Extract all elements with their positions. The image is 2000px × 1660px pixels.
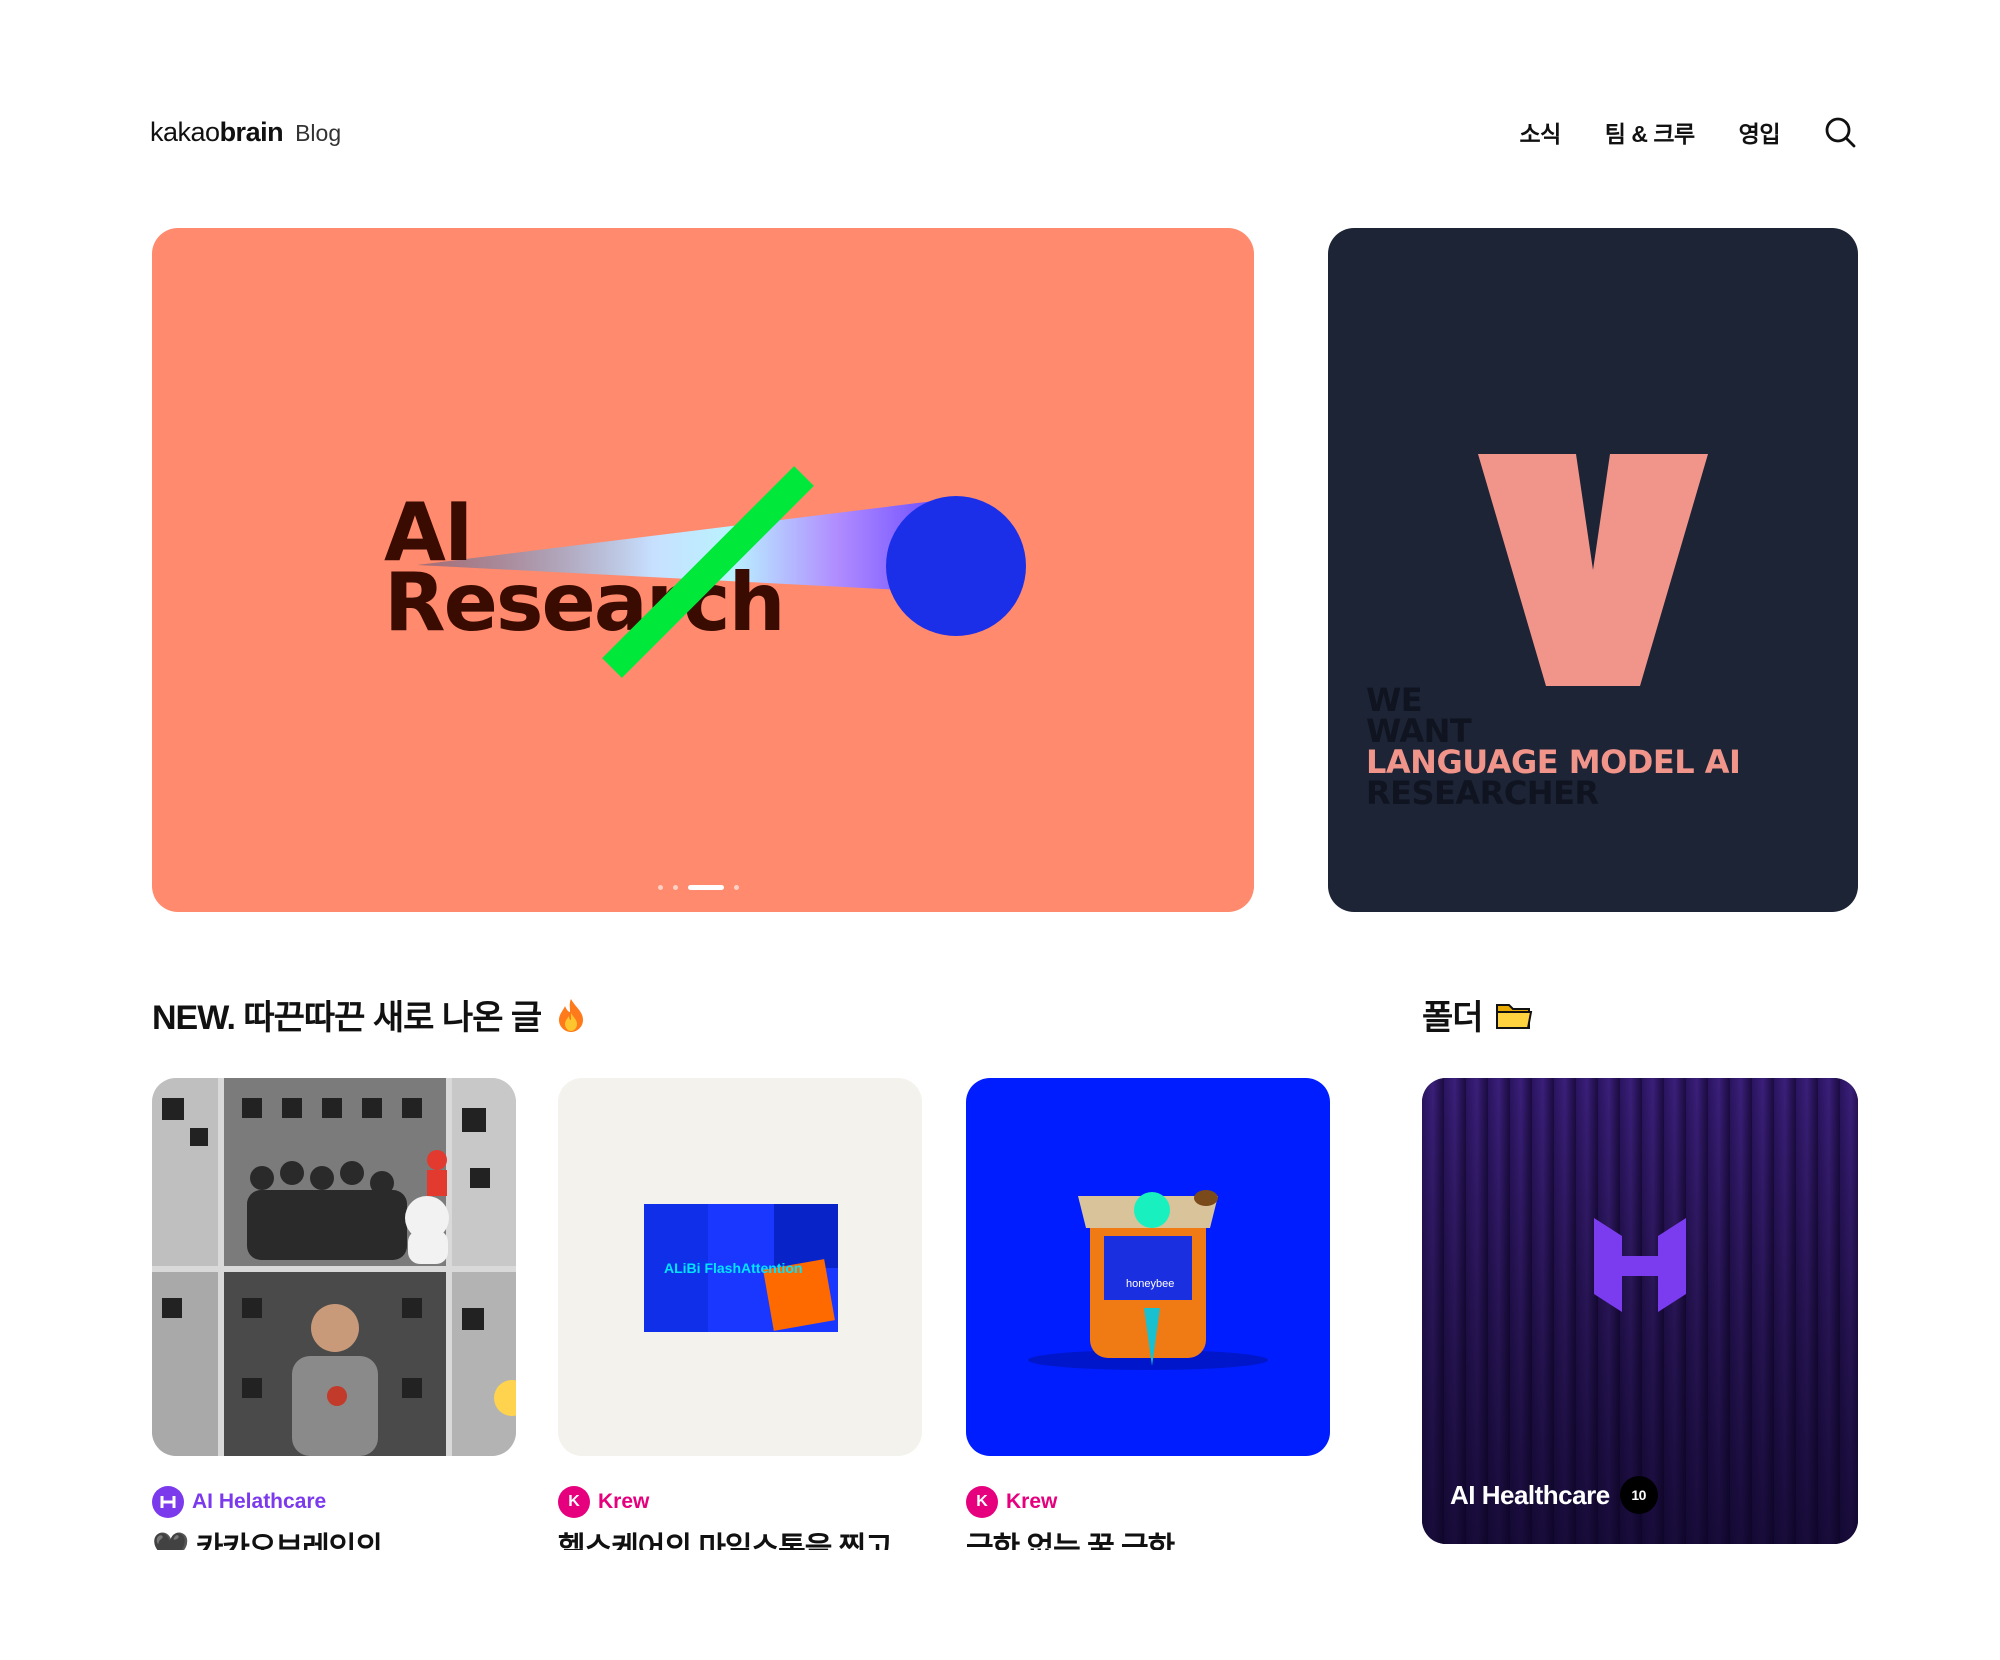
post-card[interactable]: honeybee K Krew 극한 없는 꿀 극한 xyxy=(966,1078,1330,1550)
krew-logo-icon: K xyxy=(966,1486,998,1518)
site-header: kakaobrain Blog 소식 팀 & 크루 영입 xyxy=(150,110,1856,154)
nav-news[interactable]: 소식 xyxy=(1519,115,1561,149)
main-nav: 소식 팀 & 크루 영입 xyxy=(1519,115,1856,149)
thumbnail-label: honeybee xyxy=(1126,1278,1175,1290)
fire-icon xyxy=(553,997,589,1033)
carousel-indicator[interactable] xyxy=(658,885,739,890)
new-section-title: NEW. 따끈따끈 새로 나온 글 xyxy=(152,990,589,1039)
post-title[interactable]: 극한 없는 꿀 극한 xyxy=(966,1532,1330,1550)
post-card[interactable]: ALiBi FlashAttention K Krew 헬스케어의 마일스톤을 … xyxy=(558,1078,922,1550)
post-title[interactable]: 🖤 카카오브레인의 xyxy=(152,1532,516,1550)
post-card[interactable]: AI Helathcare 🖤 카카오브레인의 xyxy=(152,1078,516,1550)
post-title[interactable]: 헬스케어의 마일스톤을 찍고 xyxy=(558,1532,922,1550)
folder-label[interactable]: AI Healthcare 10 xyxy=(1450,1476,1658,1514)
nav-team-crew[interactable]: 팀 & 크루 xyxy=(1605,115,1695,149)
folder-card[interactable]: AI Healthcare 10 xyxy=(1422,1078,1858,1544)
carousel-dot[interactable] xyxy=(658,885,663,890)
krew-logo-icon: K xyxy=(558,1486,590,1518)
ai-healthcare-logo-icon xyxy=(152,1486,184,1518)
post-thumbnail[interactable]: ALiBi FlashAttention xyxy=(558,1078,922,1456)
post-thumbnail-photo[interactable] xyxy=(152,1078,516,1456)
logo-blog-label: Blog xyxy=(295,119,342,146)
post-category-tag[interactable]: K Krew xyxy=(558,1486,922,1518)
folder-count-badge: 10 xyxy=(1619,1476,1658,1514)
logo-wordmark: kakaobrain xyxy=(150,116,284,147)
hero-title: AI Research xyxy=(384,486,786,649)
site-logo[interactable]: kakaobrain Blog xyxy=(150,117,341,148)
carousel-dot[interactable] xyxy=(734,885,739,890)
carousel-dot-active[interactable] xyxy=(688,885,724,890)
thumbnail-label: ALiBi FlashAttention xyxy=(664,1260,803,1276)
post-category-tag[interactable]: K Krew xyxy=(966,1486,1330,1518)
hero-main-banner[interactable]: AI Research xyxy=(152,228,1254,912)
post-thumbnail[interactable]: honeybee xyxy=(966,1078,1330,1456)
folder-icon xyxy=(1495,997,1532,1033)
search-icon[interactable] xyxy=(1824,116,1856,148)
carousel-dot[interactable] xyxy=(673,885,678,890)
post-category-tag[interactable]: AI Helathcare xyxy=(152,1486,516,1518)
recruit-headline: WE WANT LANGUAGE MODEL AI RESEARCHER xyxy=(1366,681,1741,812)
hero-side-banner[interactable]: WE WANT LANGUAGE MODEL AI RESEARCHER xyxy=(1328,228,1858,912)
folder-section-title: 폴더 xyxy=(1422,990,1532,1039)
curtain-background xyxy=(1422,1078,1858,1544)
nav-recruit[interactable]: 영입 xyxy=(1739,115,1781,149)
